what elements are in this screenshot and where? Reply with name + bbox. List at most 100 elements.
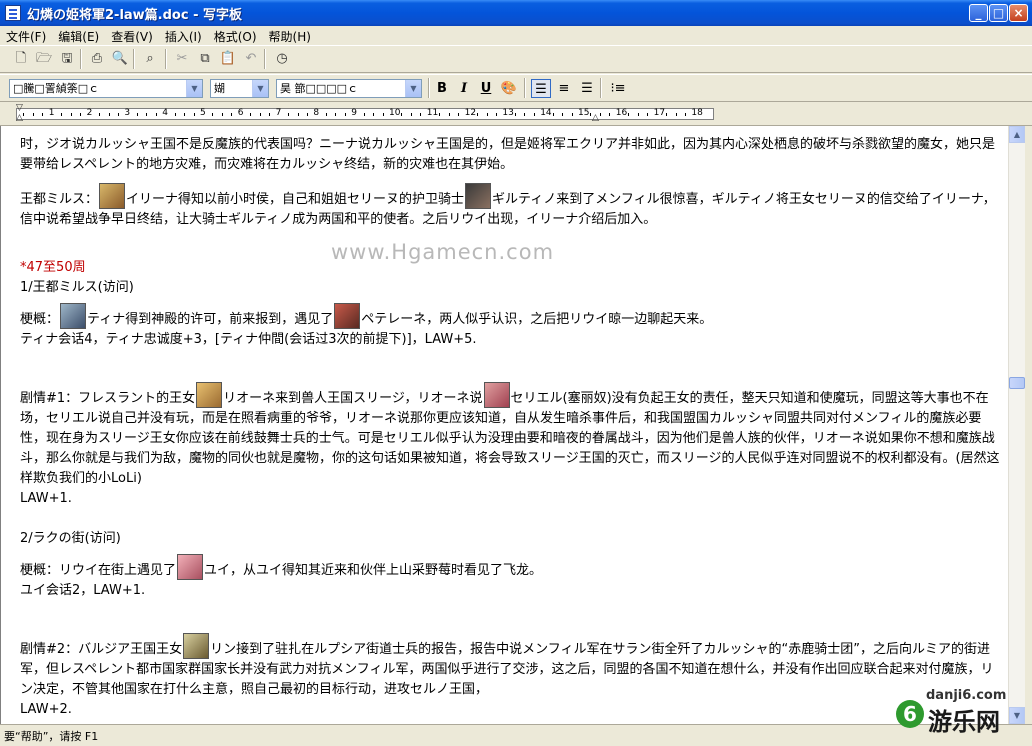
wordpad-app-icon[interactable]: [5, 5, 21, 21]
ruler-tick: [609, 113, 611, 116]
ruler-tick: [306, 113, 308, 116]
title-bar[interactable]: 幻燐の姫将軍2-law篇.doc - 写字板 _ □ ×: [0, 0, 1032, 26]
italic-button[interactable]: I: [454, 79, 474, 98]
ruler-tick: [647, 113, 649, 116]
ruler-tick: [420, 113, 422, 116]
ruler-number: 17: [653, 108, 666, 118]
scroll-thumb[interactable]: [1009, 377, 1025, 389]
ruler-tick: [184, 113, 186, 116]
bullets-icon[interactable]: ⁝≡: [608, 79, 628, 98]
vertical-scrollbar[interactable]: ▲ ▼: [1008, 126, 1025, 724]
standard-toolbar: 🗋 🗁 🖫 ⎙ 🔍 ⌕ ✂ ⧉ 📋 ↶ ◷: [0, 45, 1032, 73]
close-button[interactable]: ×: [1009, 4, 1028, 22]
ruler-tick: [477, 113, 479, 116]
chevron-down-icon[interactable]: ▼: [405, 80, 421, 97]
bold-button[interactable]: B: [432, 79, 452, 98]
ruler-number: 6: [237, 108, 244, 118]
toolbar-separator: [524, 78, 526, 98]
ruler-tick: [325, 113, 327, 116]
ruler-tick: [174, 113, 176, 116]
text: ペテレーネ，两人似乎认识，之后把リウイ晾一边聊起天来。: [361, 312, 713, 327]
format-toolbar: □騰□詈緽筡□ｃ ▼ 媩 ▼ 昊 篰□□□□ｃ ▼ B I U 🎨 ☰ ≡ ☰ …: [0, 74, 1032, 102]
ruler[interactable]: 1 2 3 4 5 6 7 8 9 10 11 12 13 14 15 16 17 18 ▽ △ △: [0, 103, 1032, 126]
scroll-down-icon[interactable]: ▼: [1009, 707, 1025, 724]
toolbar-separator: [264, 49, 266, 69]
undo-icon[interactable]: ↶: [242, 50, 260, 68]
site-logo-domain: danji6.com: [926, 688, 1007, 703]
print-preview-icon[interactable]: 🔍: [111, 50, 129, 68]
color-icon[interactable]: 🎨: [499, 79, 519, 98]
ruler-tick: [99, 113, 101, 116]
document-content[interactable]: 时，ジオ说カルッシャ王国不是反魔族的代表国吗？ニーナ说カルッシャ王国是的，但是姬…: [20, 135, 1005, 720]
ruler-tick: [562, 113, 564, 116]
underline-button[interactable]: U: [476, 79, 496, 98]
script-select[interactable]: 昊 篰□□□□ｃ ▼: [276, 79, 422, 98]
character-portrait: [483, 382, 510, 408]
text: ユイ，从ユイ得知其近来和伙伴上山采野莓时看见了飞龙。: [204, 563, 543, 578]
ruler-number: 15: [578, 108, 590, 118]
ruler-tick: [231, 113, 233, 116]
ruler-number: 18: [691, 108, 703, 118]
paragraph: 王都ミルス： イリーナ得知以前小时侯，自己和姐姐セリーヌ的护卫骑士 ギルティノ来到了…: [20, 183, 1005, 230]
ruler-tick: [136, 113, 138, 116]
scroll-up-icon[interactable]: ▲: [1009, 126, 1025, 143]
subheading: 2/ラクの街(访问): [20, 531, 121, 546]
ruler-tick: [70, 113, 72, 116]
ruler-number: 3: [124, 108, 131, 118]
character-portrait: [99, 183, 126, 209]
maximize-button[interactable]: □: [989, 4, 1008, 22]
align-left-icon[interactable]: ☰: [531, 79, 551, 98]
chevron-down-icon[interactable]: ▼: [186, 80, 202, 97]
align-center-icon[interactable]: ≡: [554, 79, 574, 98]
new-document-icon[interactable]: 🗋: [12, 50, 30, 68]
ruler-tick: [666, 113, 668, 116]
window-title: 幻燐の姫将軍2-law篇.doc - 写字板: [27, 8, 243, 23]
open-folder-icon[interactable]: 🗁: [35, 50, 53, 68]
ruler-number: 1: [48, 108, 55, 118]
ruler-tick: [675, 113, 677, 116]
paste-icon[interactable]: 📋: [219, 50, 237, 68]
cut-icon[interactable]: ✂: [173, 50, 191, 68]
ruler-tick: [599, 113, 601, 116]
text: リオーネ来到兽人王国スリージ，リオーネ说: [223, 391, 483, 406]
ruler-number: 11: [426, 108, 439, 118]
insert-datetime-icon[interactable]: ◷: [273, 50, 291, 68]
site-logo-name: 游乐网: [928, 708, 1000, 736]
find-icon[interactable]: ⌕: [141, 50, 159, 68]
ruler-tick: [221, 113, 223, 116]
document-area[interactable]: www.Hgamecn.com 时，ジオ说カルッシャ王国不是反魔族的代表国吗？ニ…: [0, 126, 1008, 724]
ruler-number: 14: [540, 108, 552, 118]
ruler-tick: [373, 113, 375, 116]
save-icon[interactable]: 🖫: [58, 50, 76, 68]
ruler-tick: [439, 113, 441, 116]
ruler-tick: [410, 113, 412, 116]
text: 剧情#1：フレスラント的王女: [20, 391, 196, 406]
ruler-number: 2: [86, 108, 93, 118]
align-right-icon[interactable]: ☰: [577, 79, 597, 98]
ruler-tick: [486, 113, 488, 116]
font-size-select[interactable]: 媩 ▼: [210, 79, 269, 98]
ruler-number: 5: [200, 108, 206, 118]
ruler-number: 4: [162, 108, 168, 118]
first-line-indent-marker[interactable]: ▽: [16, 103, 23, 113]
ruler-tick: [382, 113, 384, 116]
print-icon[interactable]: ⎙: [88, 50, 106, 68]
ruler-tick: [637, 113, 639, 116]
paragraph: ユイ会话2，LAW+1.: [20, 583, 146, 598]
toolbar-separator: [600, 78, 602, 98]
font-name-select[interactable]: □騰□詈緽筡□ｃ ▼: [9, 79, 203, 98]
menu-bar: 文件(F) 编辑(E) 查看(V) 插入(I) 格式(O) 帮助(H): [0, 26, 1032, 45]
paragraph: 剧情#2：バルジア王国王女 リン接到了驻扎在ルプシア街道士兵的报告，报告中说メンフ…: [20, 633, 1005, 700]
chevron-down-icon[interactable]: ▼: [252, 80, 268, 97]
subheading: 1/王都ミルス(访问): [20, 280, 134, 295]
ruler-tick: [250, 113, 252, 116]
copy-icon[interactable]: ⧉: [196, 50, 214, 68]
character-portrait: [196, 382, 223, 408]
site-logo-mark: 6: [896, 700, 924, 728]
toolbar-separator: [133, 49, 135, 69]
status-text: 要“帮助”，请按 F1: [4, 730, 99, 743]
right-indent-marker[interactable]: △: [592, 113, 599, 123]
left-indent-marker[interactable]: △: [16, 113, 23, 123]
character-portrait: [177, 554, 204, 580]
minimize-button[interactable]: _: [969, 4, 988, 22]
